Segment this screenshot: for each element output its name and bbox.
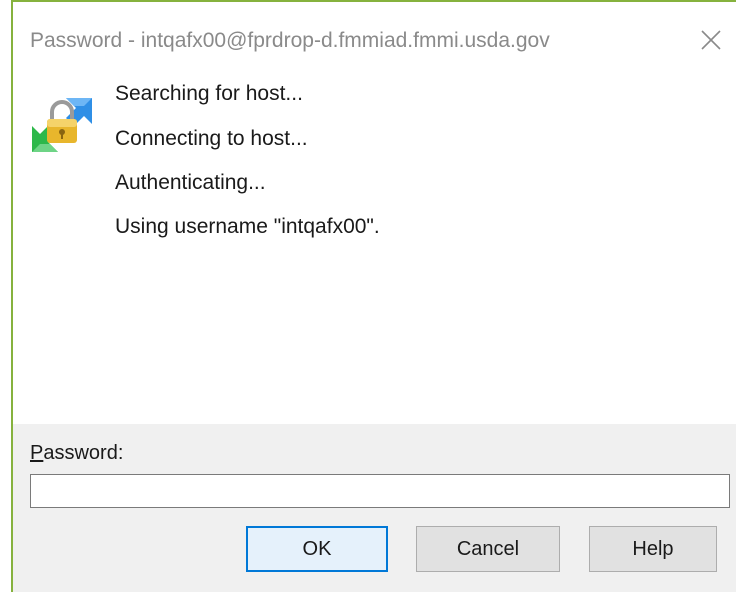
ok-button[interactable]: OK <box>246 526 388 572</box>
close-button[interactable] <box>697 26 725 54</box>
log-line-authenticating: Authenticating... <box>115 171 266 194</box>
password-label-access-key: P <box>30 442 44 464</box>
log-line-connecting: Connecting to host... <box>115 127 308 150</box>
padlock-transfer-icon <box>32 98 92 152</box>
password-label-text: assword: <box>43 442 124 464</box>
log-line-searching: Searching for host... <box>115 82 303 105</box>
password-dialog: Password - intqafx00@fprdrop-d.fmmiad.fm… <box>0 0 736 592</box>
cancel-button[interactable]: Cancel <box>416 526 560 572</box>
window-title: Password - intqafx00@fprdrop-d.fmmiad.fm… <box>30 29 550 52</box>
password-label: Password: <box>30 442 123 465</box>
password-input[interactable] <box>30 474 730 508</box>
help-button[interactable]: Help <box>589 526 717 572</box>
session-log-area: Searching for host... Connecting to host… <box>13 70 736 424</box>
log-line-username: Using username "intqafx00". <box>115 215 380 238</box>
close-icon <box>701 30 721 50</box>
password-panel: Password: OK Cancel Help <box>13 424 736 592</box>
